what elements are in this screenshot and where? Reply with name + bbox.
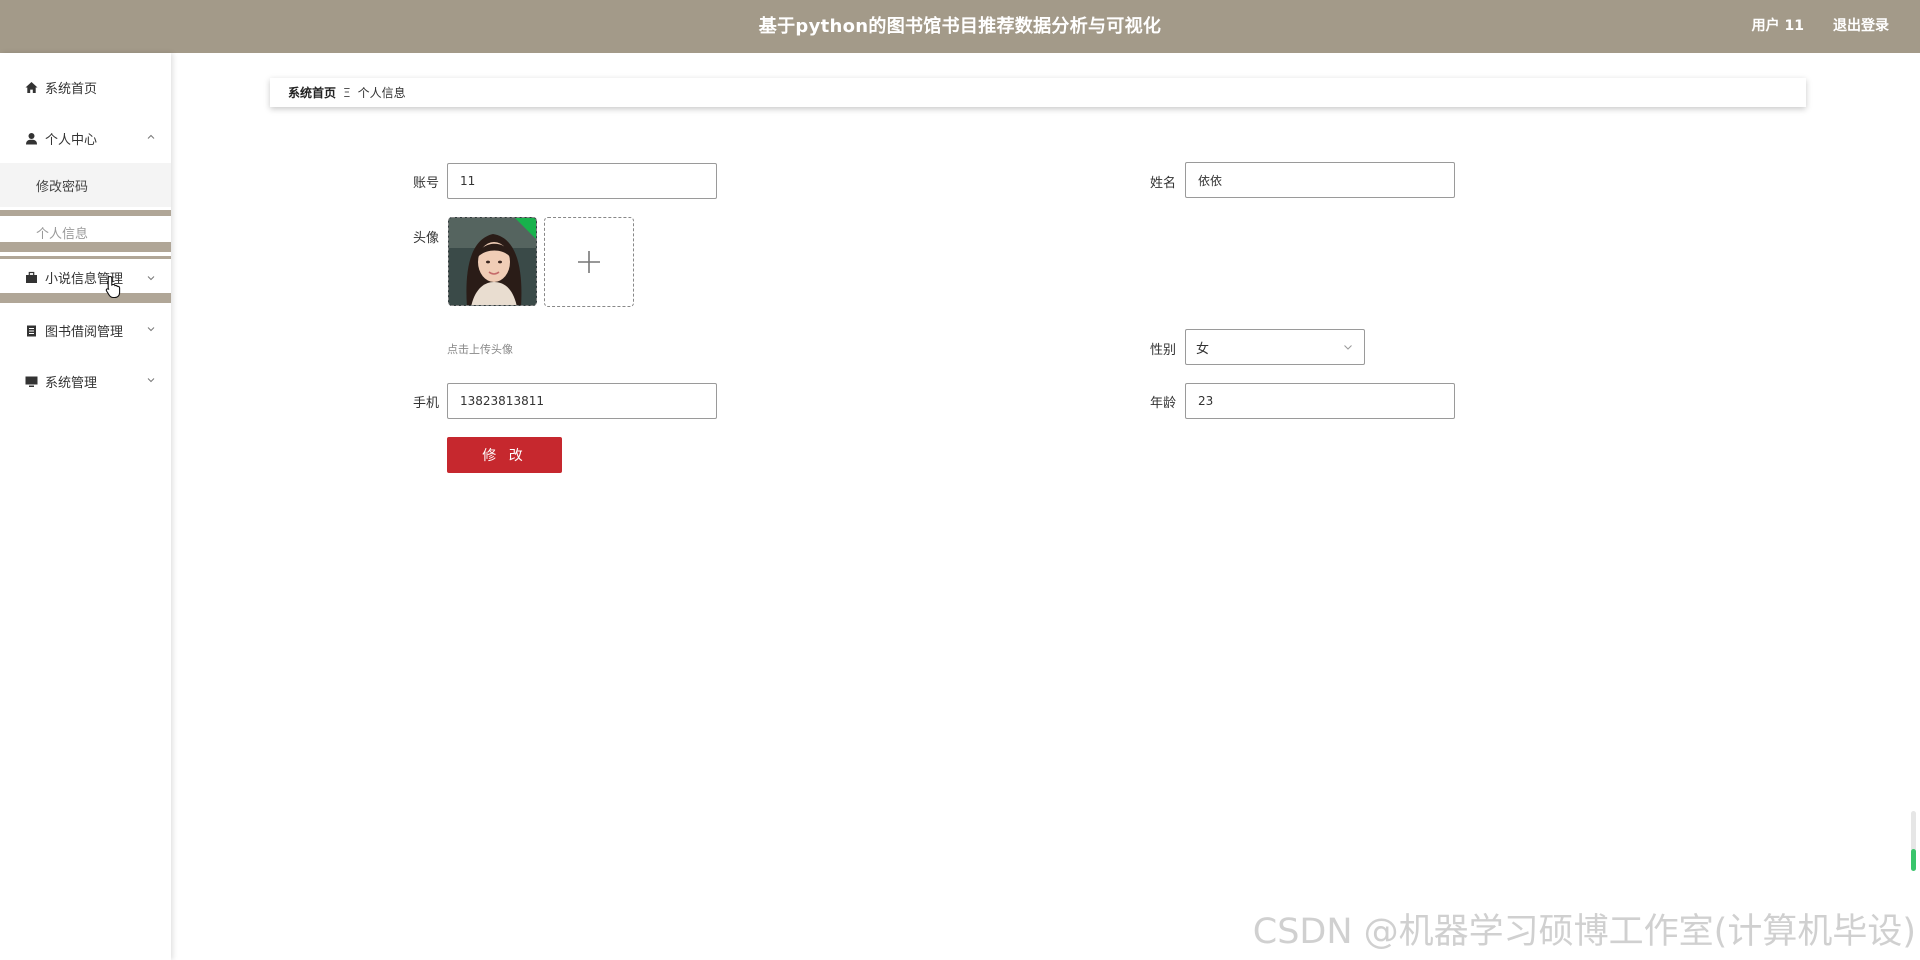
account-input[interactable]: 11	[447, 163, 717, 199]
menu-divider	[0, 242, 171, 252]
sidebar-item-home[interactable]: 系统首页	[0, 67, 171, 107]
age-input[interactable]: 23	[1185, 383, 1455, 419]
phone-label: 手机	[412, 396, 439, 411]
briefcase-icon	[25, 271, 38, 284]
user-icon	[25, 132, 38, 145]
avatar-thumbnail[interactable]	[448, 217, 537, 306]
top-header: 基于python的图书馆书目推荐数据分析与可视化 用户 11 退出登录	[0, 0, 1920, 53]
name-value: 依依	[1198, 173, 1223, 188]
chevron-down-icon	[144, 271, 158, 285]
home-icon	[25, 81, 38, 94]
clipboard-icon	[25, 324, 38, 337]
sidebar-item-label: 系统首页	[45, 81, 98, 97]
phone-input[interactable]: 13823813811	[447, 383, 717, 419]
sidebar-item-label: 系统管理	[45, 375, 98, 391]
breadcrumb-home-link[interactable]: 系统首页	[288, 84, 336, 101]
breadcrumb-current: 个人信息	[357, 86, 406, 100]
submit-button[interactable]: 修 改	[447, 437, 562, 473]
name-label: 姓名	[1149, 176, 1176, 191]
sidebar-subitem-label: 个人信息	[36, 226, 89, 242]
scrollbar-thumb[interactable]	[1911, 849, 1916, 871]
sidebar-item-label: 图书借阅管理	[45, 324, 124, 340]
sidebar: 系统首页 个人中心 修改密码 个人信息 小说信息管理 图书借阅管理 系统管理	[0, 53, 171, 960]
gender-select[interactable]: 女	[1185, 329, 1365, 365]
avatar-upload-hint: 点击上传头像	[447, 343, 513, 356]
sidebar-item-personal-center[interactable]: 个人中心	[0, 118, 171, 158]
sidebar-subitem-change-password[interactable]: 修改密码	[0, 163, 171, 207]
avatar-label: 头像	[412, 231, 439, 246]
avatar-photo	[449, 218, 536, 305]
age-label: 年龄	[1149, 396, 1176, 411]
current-user: 用户 11	[1751, 18, 1804, 34]
age-value: 23	[1198, 394, 1214, 408]
sidebar-item-label: 个人中心	[45, 132, 98, 148]
chevron-down-icon	[1342, 341, 1354, 353]
scrollbar[interactable]	[1911, 811, 1916, 871]
chevron-up-icon	[144, 130, 158, 144]
gender-label: 性别	[1149, 343, 1176, 358]
chevron-down-icon	[144, 373, 158, 387]
avatar-upload-button[interactable]	[544, 217, 634, 307]
monitor-icon	[25, 375, 38, 388]
chevron-down-icon	[144, 322, 158, 336]
menu-divider	[0, 293, 171, 303]
plus-icon	[578, 251, 600, 273]
sidebar-item-borrow-management[interactable]: 图书借阅管理	[0, 310, 171, 350]
name-input[interactable]: 依依	[1185, 162, 1455, 198]
logout-button[interactable]: 退出登录	[1833, 0, 1889, 53]
breadcrumb-separator: Ξ	[343, 85, 351, 100]
sidebar-item-novel-management[interactable]: 小说信息管理	[0, 259, 171, 295]
gender-value: 女	[1196, 341, 1210, 357]
watermark: CSDN @机器学习硕博工作室(计算机毕设)	[1252, 912, 1916, 952]
app-title: 基于python的图书馆书目推荐数据分析与可视化	[758, 16, 1162, 37]
hand-cursor-icon	[105, 275, 121, 299]
account-value: 11	[460, 174, 476, 188]
sidebar-item-system-management[interactable]: 系统管理	[0, 361, 171, 401]
sidebar-subitem-label: 修改密码	[36, 179, 89, 195]
phone-value: 13823813811	[460, 394, 544, 408]
breadcrumb: 系统首页 Ξ 个人信息	[270, 78, 1806, 107]
account-label: 账号	[412, 176, 439, 191]
